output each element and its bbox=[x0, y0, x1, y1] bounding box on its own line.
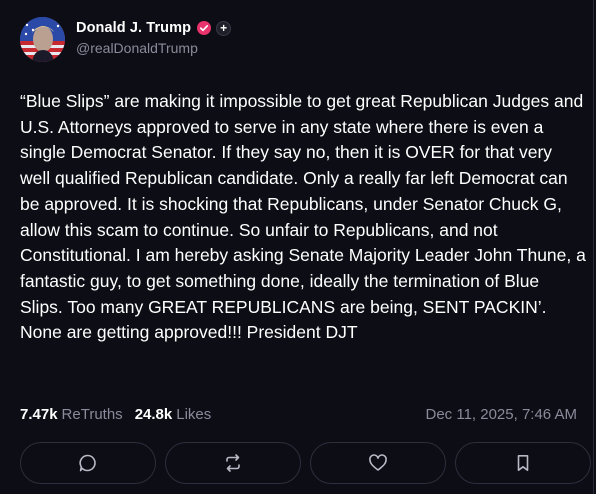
avatar[interactable] bbox=[20, 17, 65, 62]
bookmark-icon bbox=[517, 455, 529, 471]
post-timestamp[interactable]: Dec 11, 2025, 7:46 AM bbox=[426, 406, 578, 423]
like-button[interactable] bbox=[310, 442, 446, 484]
display-name[interactable]: Donald J. Trump bbox=[76, 20, 191, 36]
retruth-icon bbox=[226, 454, 240, 472]
retruths-count[interactable]: 7.47k bbox=[20, 406, 58, 423]
post-text: “Blue Slips” are making it impossible to… bbox=[20, 91, 591, 343]
post-stats: 7.47k ReTruths 24.8k Likes Dec 11, 2025,… bbox=[20, 406, 577, 423]
user-handle[interactable]: @realDonaldTrump bbox=[76, 40, 231, 56]
post-container: Donald J. Trump + @realDonaldTrump “Blue… bbox=[0, 0, 594, 494]
likes-label[interactable]: Likes bbox=[176, 406, 211, 423]
likes-count[interactable]: 24.8k bbox=[135, 406, 173, 423]
retruths-label[interactable]: ReTruths bbox=[62, 406, 123, 423]
retruth-button[interactable] bbox=[165, 442, 301, 484]
heart-icon bbox=[369, 454, 387, 471]
bookmark-button[interactable] bbox=[455, 442, 591, 484]
reply-button[interactable] bbox=[20, 442, 156, 484]
plus-badge-icon: + bbox=[216, 20, 232, 36]
verified-badge-icon bbox=[197, 21, 212, 35]
reply-icon bbox=[79, 454, 96, 472]
post-header: Donald J. Trump + @realDonaldTrump bbox=[20, 17, 232, 62]
name-row: Donald J. Trump + bbox=[76, 20, 232, 36]
user-names: Donald J. Trump + @realDonaldTrump bbox=[76, 20, 232, 56]
avatar-image bbox=[20, 17, 65, 62]
action-bar bbox=[20, 442, 591, 484]
